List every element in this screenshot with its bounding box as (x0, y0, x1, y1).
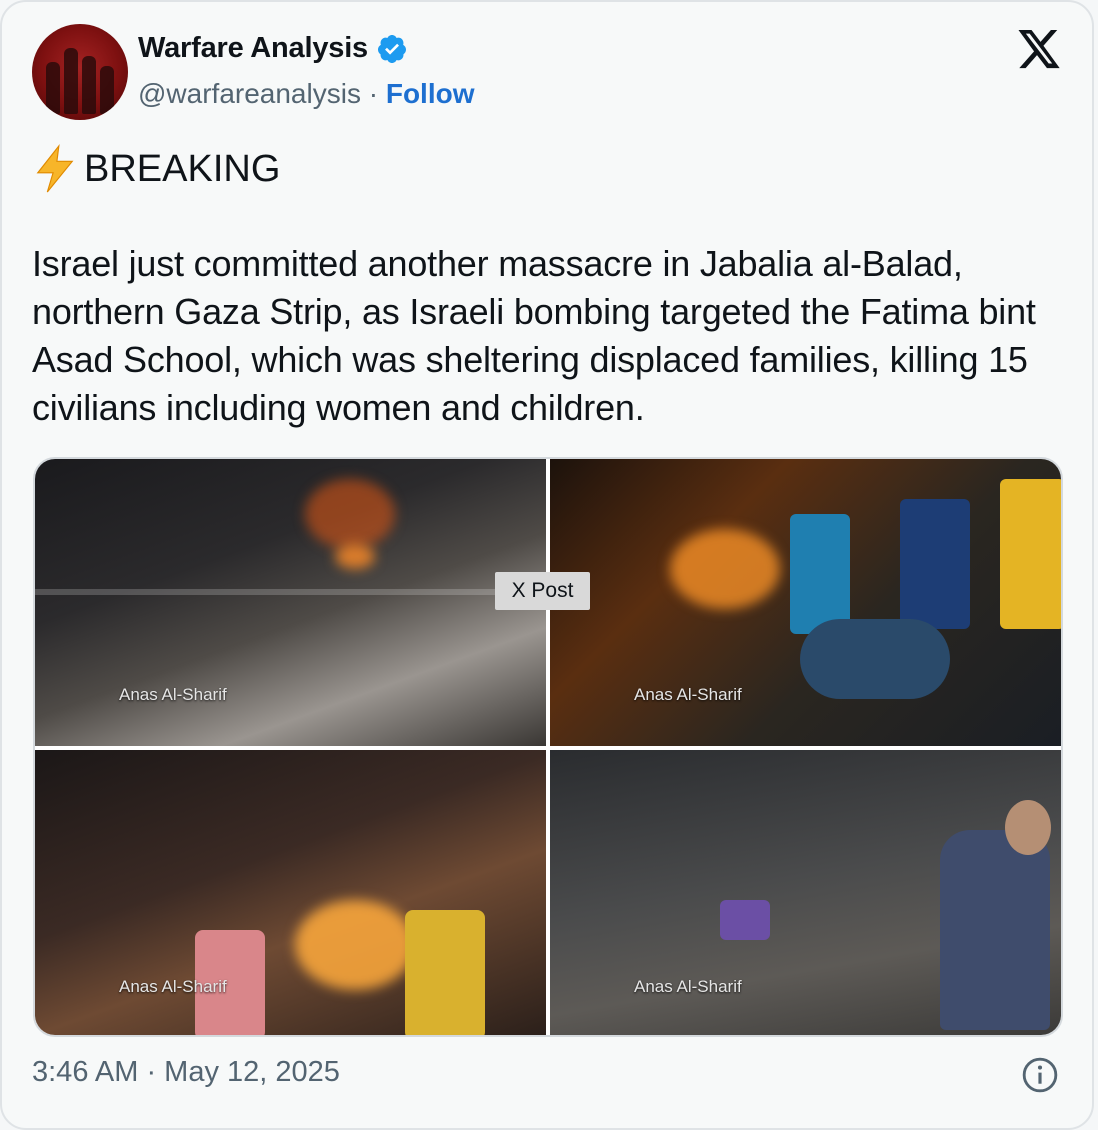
photo-credit: Anas Al-Sharif (119, 977, 227, 996)
verified-badge-icon (377, 34, 406, 63)
separator-dot: · (368, 78, 386, 109)
x-post-badge: X Post (495, 572, 590, 610)
media-photo-debris[interactable]: Anas Al-Sharif (550, 750, 1061, 1035)
lightning-bolt-icon (36, 144, 74, 193)
post-card: Warfare Analysis @warfareanalysis · Foll… (0, 0, 1094, 1130)
headline-text: BREAKING (84, 147, 281, 190)
photo-credit: Anas Al-Sharif (634, 685, 742, 704)
author-avatar[interactable] (32, 24, 128, 120)
info-icon[interactable] (1021, 1056, 1059, 1094)
author-handle[interactable]: @warfareanalysis (138, 78, 361, 109)
author-handle-row: @warfareanalysis · Follow (138, 78, 475, 110)
x-logo-icon[interactable] (1016, 30, 1062, 72)
media-grid[interactable]: Anas Al-Sharif Anas Al-Sharif Anas Al-Sh… (33, 457, 1063, 1037)
follow-button[interactable]: Follow (386, 78, 475, 109)
media-photo-building-fire[interactable]: Anas Al-Sharif (35, 459, 546, 746)
media-photo-rescue[interactable]: Anas Al-Sharif (550, 459, 1061, 746)
photo-credit: Anas Al-Sharif (119, 685, 227, 704)
photo-credit: Anas Al-Sharif (634, 977, 742, 996)
breaking-headline: BREAKING (32, 144, 280, 194)
author-name-row: Warfare Analysis (138, 32, 408, 65)
post-timestamp[interactable]: 3:46 AM · May 12, 2025 (32, 1056, 340, 1089)
author-name[interactable]: Warfare Analysis (138, 32, 368, 65)
media-photo-fire-rubble[interactable]: Anas Al-Sharif (35, 750, 546, 1035)
post-body: Israel just committed another massacre i… (32, 243, 1036, 428)
